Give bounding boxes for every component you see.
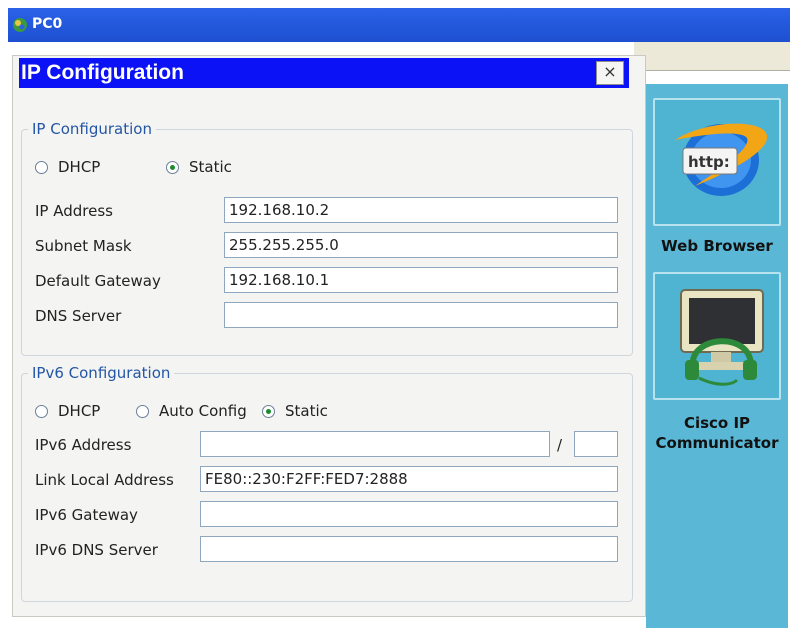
ip-communicator-label-line2[interactable]: Communicator	[646, 434, 788, 452]
prefix-separator: /	[557, 436, 563, 454]
ipv6-dhcp-label[interactable]: DHCP	[58, 402, 100, 420]
ipv6-address-label: IPv6 Address	[35, 436, 132, 454]
subnet-mask-input[interactable]	[224, 232, 618, 258]
ipv6-static-radio[interactable]	[262, 405, 275, 418]
web-browser-label[interactable]: Web Browser	[646, 237, 788, 255]
ip-communicator-icon	[680, 289, 764, 386]
ipv6-gateway-input[interactable]	[200, 501, 618, 527]
dns-server-label: DNS Server	[35, 307, 122, 325]
dialog-title: IP Configuration	[21, 61, 184, 84]
ipv6-dns-server-label: IPv6 DNS Server	[35, 541, 158, 559]
desktop-app-panel: http: Web Browser Cisco IP Communicator	[646, 84, 788, 628]
desktop-toolbar	[634, 42, 790, 71]
ipv6-legend: IPv6 Configuration	[32, 364, 171, 382]
ip-address-label: IP Address	[35, 202, 113, 220]
subnet-mask-label: Subnet Mask	[35, 237, 132, 255]
ipv6-prefix-input[interactable]	[574, 431, 618, 457]
ipv4-static-label[interactable]: Static	[189, 158, 232, 176]
pc-app-icon	[13, 18, 27, 32]
dns-server-input[interactable]	[224, 302, 618, 328]
dialog-titlebar: IP Configuration	[19, 58, 629, 88]
window-title: PC0	[32, 16, 63, 32]
ipv4-dhcp-radio[interactable]	[35, 161, 48, 174]
ip-address-input[interactable]	[224, 197, 618, 223]
link-local-address-label: Link Local Address	[35, 471, 174, 489]
web-browser-icon-text: http:	[688, 153, 730, 171]
ipv6-gateway-label: IPv6 Gateway	[35, 506, 138, 524]
ipv6-dns-server-input[interactable]	[200, 536, 618, 562]
ip-communicator-label-line1[interactable]: Cisco IP	[646, 414, 788, 432]
ipv6-address-input[interactable]	[200, 431, 550, 457]
ip-communicator-tile[interactable]	[653, 272, 781, 400]
ipv6-dhcp-radio[interactable]	[35, 405, 48, 418]
ipv6-auto-config-radio[interactable]	[136, 405, 149, 418]
ipv6-auto-config-label[interactable]: Auto Config	[159, 402, 247, 420]
web-browser-icon: http:	[675, 123, 768, 196]
close-button[interactable]: ×	[596, 61, 624, 85]
default-gateway-label: Default Gateway	[35, 272, 161, 290]
ipv4-dhcp-label[interactable]: DHCP	[58, 158, 100, 176]
web-browser-tile[interactable]: http:	[653, 98, 781, 226]
ip-configuration-dialog: IP Configuration × IP Configuration DHCP…	[12, 55, 646, 617]
link-local-address-input[interactable]	[200, 466, 618, 492]
ipv6-static-label[interactable]: Static	[285, 402, 328, 420]
default-gateway-input[interactable]	[224, 267, 618, 293]
window-titlebar: PC0	[8, 8, 790, 42]
ipv4-static-radio[interactable]	[166, 161, 179, 174]
ipv4-legend: IP Configuration	[32, 120, 152, 138]
